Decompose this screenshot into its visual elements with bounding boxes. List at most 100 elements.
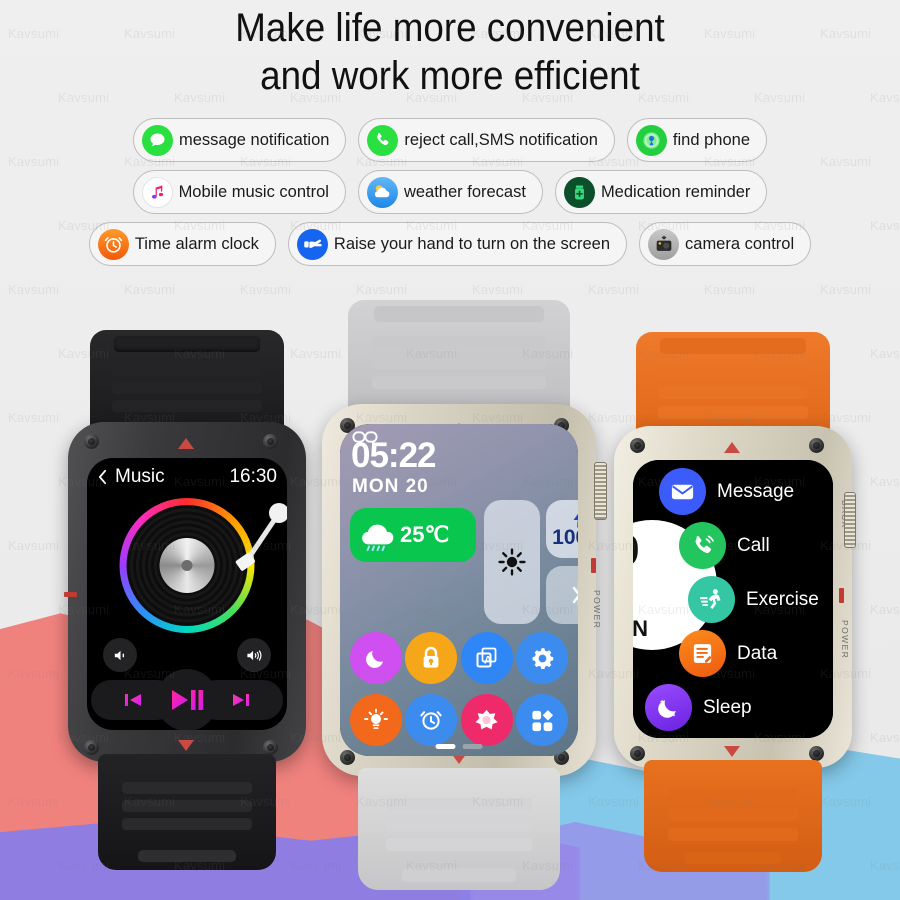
- brightness-slider[interactable]: [484, 500, 540, 624]
- feature-pill-raise-hand[interactable]: Raise your hand to turn on the screen: [287, 222, 628, 266]
- next-track-icon: [233, 694, 249, 706]
- watch-screen-app-list[interactable]: 9 0 ON Message: [633, 460, 833, 738]
- control-center: 05:22 MON 20 25℃ 10 A: [340, 424, 578, 756]
- music-header: Music 16:30: [97, 466, 277, 488]
- app-flower[interactable]: [460, 694, 513, 746]
- weather-tile[interactable]: 25℃: [350, 508, 476, 562]
- dial-digit-top: 9: [633, 526, 639, 576]
- case-screw: [809, 438, 824, 453]
- chevron-left-icon: [98, 469, 107, 485]
- watch-strap-bottom: [644, 760, 822, 872]
- watch-screen-control-center[interactable]: 05:22 MON 20 25℃ 10 A: [340, 424, 578, 756]
- case-screw: [263, 434, 278, 449]
- watch-black-music[interactable]: Music 16:30: [62, 330, 312, 870]
- app-screen-lock[interactable]: [405, 632, 458, 684]
- bottom-marker-triangle: [178, 740, 194, 751]
- volume-up-button[interactable]: [237, 638, 271, 672]
- notes-data-icon: [679, 630, 726, 677]
- side-red-mark: [591, 558, 596, 573]
- app-list-label: Sleep: [703, 696, 752, 718]
- app-list-label: Exercise: [746, 588, 819, 610]
- headline-line-2: and work more efficient: [260, 54, 640, 98]
- case-screw: [630, 746, 645, 761]
- pill-bottle-icon: [563, 176, 595, 208]
- bluetooth-tile[interactable]: [546, 566, 578, 624]
- app-list-item-message[interactable]: Message: [659, 468, 794, 515]
- feature-pill-time-alarm-clock[interactable]: Time alarm clock: [88, 222, 276, 266]
- clock-date: MON 20: [352, 476, 429, 497]
- feature-pill-camera-control[interactable]: camera control: [639, 222, 812, 266]
- feature-row-2: Mobile music control weather forecast Me…: [0, 170, 900, 214]
- battery-level: 100%: [552, 526, 578, 549]
- watch-screen-music[interactable]: Music 16:30: [87, 458, 287, 730]
- page-dot-active: [435, 744, 456, 749]
- feature-pill-weather-forecast[interactable]: weather forecast: [357, 170, 543, 214]
- sleep-moon-icon: [645, 684, 692, 731]
- message-bubble-icon: [142, 124, 173, 156]
- feature-pill-medication-reminder[interactable]: Medication reminder: [554, 170, 768, 214]
- rain-cloud-icon: [362, 524, 394, 552]
- feature-label: Mobile music control: [178, 182, 329, 201]
- app-flashlight[interactable]: [349, 694, 402, 746]
- control-center-app-grid: A: [348, 632, 570, 746]
- play-pause-button[interactable]: [156, 669, 218, 730]
- headline: Make life more convenient and work more …: [0, 4, 900, 100]
- app-do-not-disturb[interactable]: [349, 632, 402, 684]
- mail-envelope-icon: [659, 468, 706, 515]
- music-title: Music: [115, 466, 165, 487]
- top-marker-triangle: [178, 438, 194, 449]
- raise-hand-icon: [296, 228, 328, 260]
- page-indicator: [435, 744, 483, 749]
- feature-pill-reject-call[interactable]: reject call,SMS notification: [358, 118, 615, 162]
- flashlight-icon: [363, 708, 388, 729]
- side-red-mark: [64, 592, 77, 597]
- app-list-item-data[interactable]: Data: [679, 630, 777, 677]
- app-grid-icon: [532, 709, 553, 731]
- feature-pill-message-notification[interactable]: message notification: [133, 118, 347, 162]
- app-list-label: Data: [737, 642, 778, 664]
- side-button-power-label: POWER: [840, 620, 850, 660]
- feature-row-3: Time alarm clock Raise your hand to turn…: [0, 222, 900, 266]
- app-list-label: Call: [737, 534, 770, 556]
- feature-list: message notification reject call,SMS not…: [0, 118, 900, 274]
- running-person-icon: [688, 576, 735, 623]
- poster-stage: Make life more convenient and work more …: [0, 0, 900, 900]
- feature-label: Raise your hand to turn on the screen: [333, 234, 611, 253]
- previous-track-icon: [125, 694, 141, 706]
- brightness-sun-icon: [498, 548, 526, 576]
- app-list-item-sleep[interactable]: Sleep: [645, 684, 752, 731]
- app-translate[interactable]: A: [460, 632, 513, 684]
- watch-strap-bottom: [358, 768, 560, 890]
- volume-down-button[interactable]: [103, 638, 137, 672]
- translate-icon: A: [476, 647, 497, 668]
- app-list-item-exercise[interactable]: Exercise: [688, 576, 819, 623]
- sun-cloud-icon: [366, 176, 398, 208]
- watch-gray-control-center[interactable]: BACK POWER 05:22 MON 20 25℃: [318, 300, 607, 890]
- feature-label: Time alarm clock: [134, 234, 259, 253]
- feature-pill-find-phone[interactable]: find phone: [626, 118, 767, 162]
- watch-strap-bottom: [98, 754, 276, 870]
- app-list-item-call[interactable]: Call: [679, 522, 770, 569]
- feature-label: find phone: [672, 130, 750, 149]
- app-alarm[interactable]: [405, 694, 458, 746]
- app-list-label: Message: [717, 480, 795, 502]
- case-screw: [84, 434, 99, 449]
- app-list: 9 0 ON Message: [633, 460, 833, 738]
- headline-line-1: Make life more convenient: [235, 6, 665, 50]
- battery-tile[interactable]: 100%: [546, 500, 578, 558]
- watch-crown[interactable]: [594, 462, 607, 520]
- volume-up-icon: [246, 649, 261, 661]
- screen-lock-icon: [423, 646, 439, 668]
- alarm-clock-icon: [97, 228, 129, 260]
- volume-down-icon: [114, 650, 124, 660]
- weather-temperature: 25℃: [400, 522, 450, 547]
- watch-crown[interactable]: [844, 492, 856, 548]
- watch-orange-app-list[interactable]: BACK POWER 9 0 ON Message: [608, 332, 858, 872]
- clock-time: 05:22: [351, 436, 437, 475]
- app-grid[interactable]: [516, 694, 569, 746]
- bluetooth-icon: [572, 582, 578, 607]
- feature-pill-mobile-music-control[interactable]: Mobile music control: [132, 170, 346, 214]
- app-settings[interactable]: [516, 632, 569, 684]
- music-title-group: Music: [97, 466, 165, 488]
- page-dot: [462, 744, 483, 749]
